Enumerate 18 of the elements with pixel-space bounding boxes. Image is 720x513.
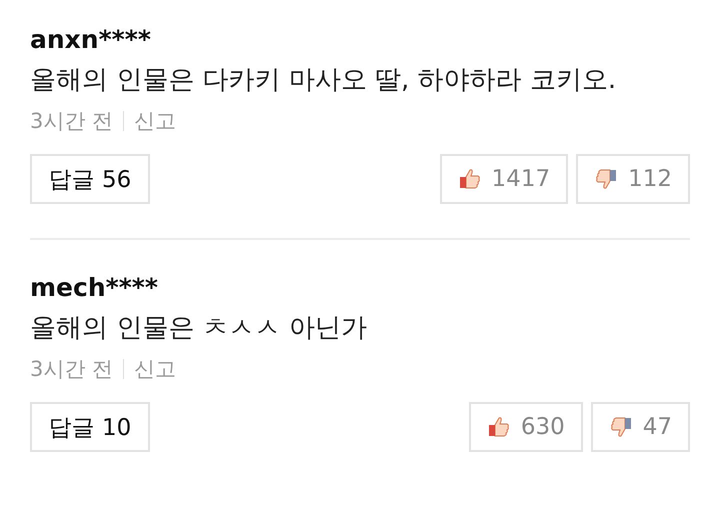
comment-time: 3시간 전: [30, 108, 114, 135]
dislike-button[interactable]: 47: [590, 402, 690, 452]
like-button[interactable]: 1417: [440, 154, 568, 204]
reply-button[interactable]: 답글 56: [30, 154, 150, 204]
thumbs-up-icon: [458, 167, 482, 191]
comment-time: 3시간 전: [30, 356, 114, 383]
comment-author: mech****: [30, 272, 159, 304]
comment-author: anxn****: [30, 24, 152, 56]
reply-button[interactable]: 답글 10: [30, 402, 150, 452]
comment-text: 올해의 인물은 다카키 마사오 딸, 하야하라 코키오.: [30, 64, 618, 97]
dislike-button[interactable]: 112: [576, 154, 690, 204]
thumbs-up-icon: [486, 415, 511, 439]
report-link[interactable]: 신고: [134, 106, 176, 136]
thumbs-down-icon: [608, 415, 633, 439]
comment-text: 올해의 인물은 ㅊㅅㅅ 아닌가: [30, 312, 368, 345]
like-button[interactable]: 630: [468, 402, 583, 452]
report-link[interactable]: 신고: [134, 354, 176, 384]
thumbs-down-icon: [594, 167, 618, 191]
